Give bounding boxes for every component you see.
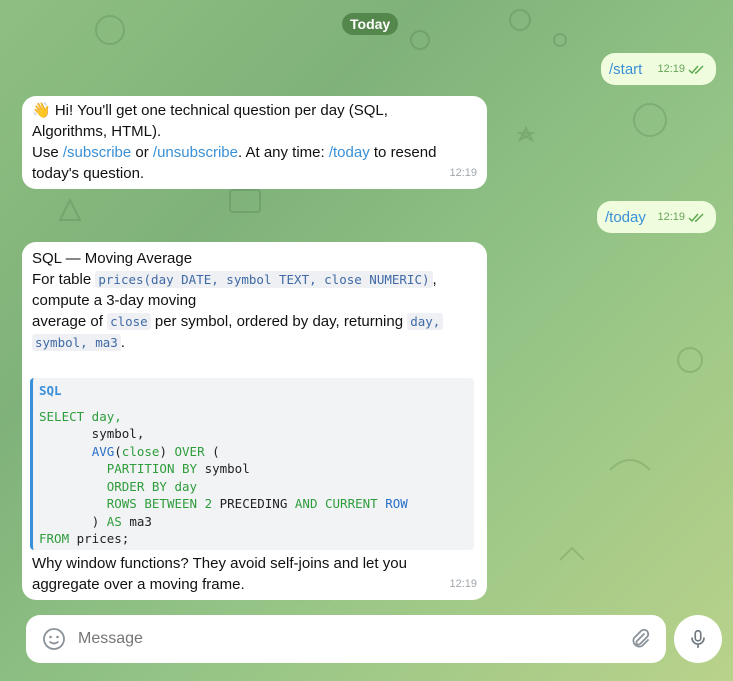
code-line: symbol,	[39, 426, 145, 441]
microphone-icon	[691, 629, 705, 649]
today-command-link[interactable]: /today	[605, 209, 646, 226]
question-text-1: For table prices(day DATE, symbol TEXT, …	[32, 271, 437, 288]
attach-icon[interactable]	[628, 627, 652, 651]
message-meta: 12:19	[449, 574, 477, 595]
code-line: ORDER BY day	[106, 478, 198, 494]
code-line: SELECT day,	[39, 408, 122, 424]
message-meta: 12:19	[449, 163, 477, 184]
code-language-label: SQL	[39, 383, 62, 398]
welcome-line-4: today's question.	[32, 165, 145, 182]
welcome-line-1: 👋 Hi! You'll get one technical question …	[32, 102, 388, 119]
code-line: ) AS ma3	[91, 513, 152, 529]
unsubscribe-command-link[interactable]: /unsubscribe	[153, 144, 238, 161]
message-time: 12:19	[657, 211, 685, 223]
code-line: FROM prices;	[39, 531, 130, 546]
question-title: SQL — Moving Average	[32, 250, 193, 267]
double-check-icon	[688, 213, 704, 222]
inline-code: symbol, ma3	[32, 334, 121, 351]
today-command-link[interactable]: /today	[329, 144, 370, 161]
welcome-line-2: Algorithms, HTML).	[32, 123, 162, 140]
message-input[interactable]	[78, 630, 628, 648]
code-line: AVG(close) OVER (	[91, 443, 220, 459]
code-line: PARTITION BY symbol	[106, 461, 250, 476]
subscribe-command-link[interactable]: /subscribe	[63, 144, 131, 161]
inline-code: close	[107, 313, 151, 330]
question-footer: Why window functions? They avoid self-jo…	[32, 553, 407, 595]
message-start[interactable]: /start 12:19	[601, 53, 716, 85]
inline-code: day,	[407, 313, 444, 330]
code-block[interactable]: SQL SELECT day, symbol, AVG(close) OVER (…	[30, 378, 474, 550]
message-time: 12:19	[449, 167, 477, 179]
double-check-icon	[688, 65, 704, 74]
question-text-2: compute a 3-day moving	[32, 292, 197, 309]
message-today[interactable]: /today 12:19	[597, 201, 716, 233]
question-footer-line-1: Why window functions? They avoid self-jo…	[32, 555, 407, 572]
question-text-4: symbol, ma3.	[32, 332, 477, 353]
message-time: 12:19	[449, 578, 477, 590]
start-command-link[interactable]: /start	[609, 61, 642, 78]
message-composer	[26, 615, 666, 663]
message-meta: 12:19	[657, 59, 706, 80]
inline-code: prices(day DATE, symbol TEXT, close NUME…	[95, 271, 433, 288]
emoji-icon[interactable]	[42, 627, 66, 651]
date-separator: Today	[342, 13, 399, 35]
voice-record-button[interactable]	[674, 615, 722, 663]
message-meta: 12:19	[657, 207, 706, 228]
message-question[interactable]: SQL — Moving Average For table prices(da…	[22, 242, 487, 600]
code-line: ROWS BETWEEN 2 PRECEDING AND CURRENT ROW	[106, 496, 408, 511]
message-time: 12:19	[657, 63, 685, 75]
question-footer-line-2: aggregate over a moving frame.	[32, 576, 245, 593]
question-text-3: average of close per symbol, ordered by …	[32, 311, 477, 332]
welcome-line-3: Use /subscribe or /unsubscribe. At any t…	[32, 144, 437, 161]
message-welcome[interactable]: 👋 Hi! You'll get one technical question …	[22, 96, 487, 189]
